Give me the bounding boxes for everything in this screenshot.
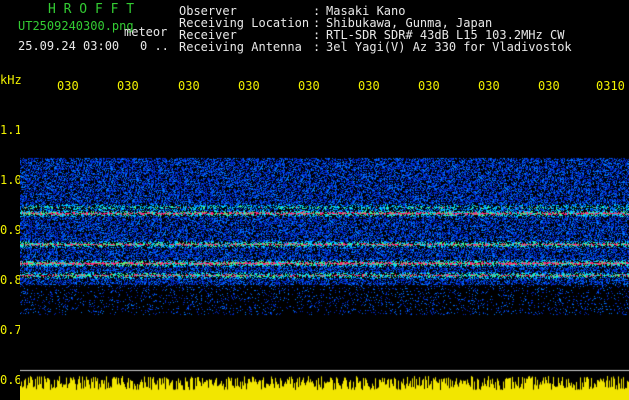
spectrogram-canvas [20, 95, 629, 400]
info-label-antenna: Receiving Antenna [179, 40, 302, 54]
y-tick-label: 0.9 [0, 223, 22, 237]
filename: UT2509240300.png [18, 19, 134, 33]
x-tick-label: 030 [358, 79, 380, 93]
y-tick-label: 0.7 [0, 323, 22, 337]
y-axis-unit: kHz [0, 73, 22, 87]
info-colon: : [313, 40, 321, 54]
file-suffix: meteor [124, 25, 168, 39]
x-tick-label: 030 [478, 79, 500, 93]
echo-count: 0 .. [140, 39, 169, 53]
x-tick-label: 030 [57, 79, 79, 93]
x-tick-label: 030 [178, 79, 200, 93]
y-tick-label: 0.8 [0, 273, 22, 287]
datetime: 25.09.24 03:00 [18, 39, 120, 53]
y-tick-label: 1.0 [0, 173, 22, 187]
x-tick-label: 0310 [596, 79, 625, 93]
x-tick-label: 030 [117, 79, 139, 93]
x-tick-label: 030 [418, 79, 440, 93]
info-value-antenna: 3el Yagi(V) Az 330 for Vladivostok [326, 40, 572, 54]
hrofft-logo: H R O F F T [48, 2, 135, 17]
x-tick-label: 030 [298, 79, 320, 93]
y-tick-label: 0.6 [0, 373, 22, 387]
spectrogram-window: H R O F F T UT2509240300.png meteor 25.0… [0, 0, 629, 400]
x-tick-label: 030 [538, 79, 560, 93]
x-tick-label: 030 [238, 79, 260, 93]
y-tick-label: 1.1 [0, 123, 22, 137]
